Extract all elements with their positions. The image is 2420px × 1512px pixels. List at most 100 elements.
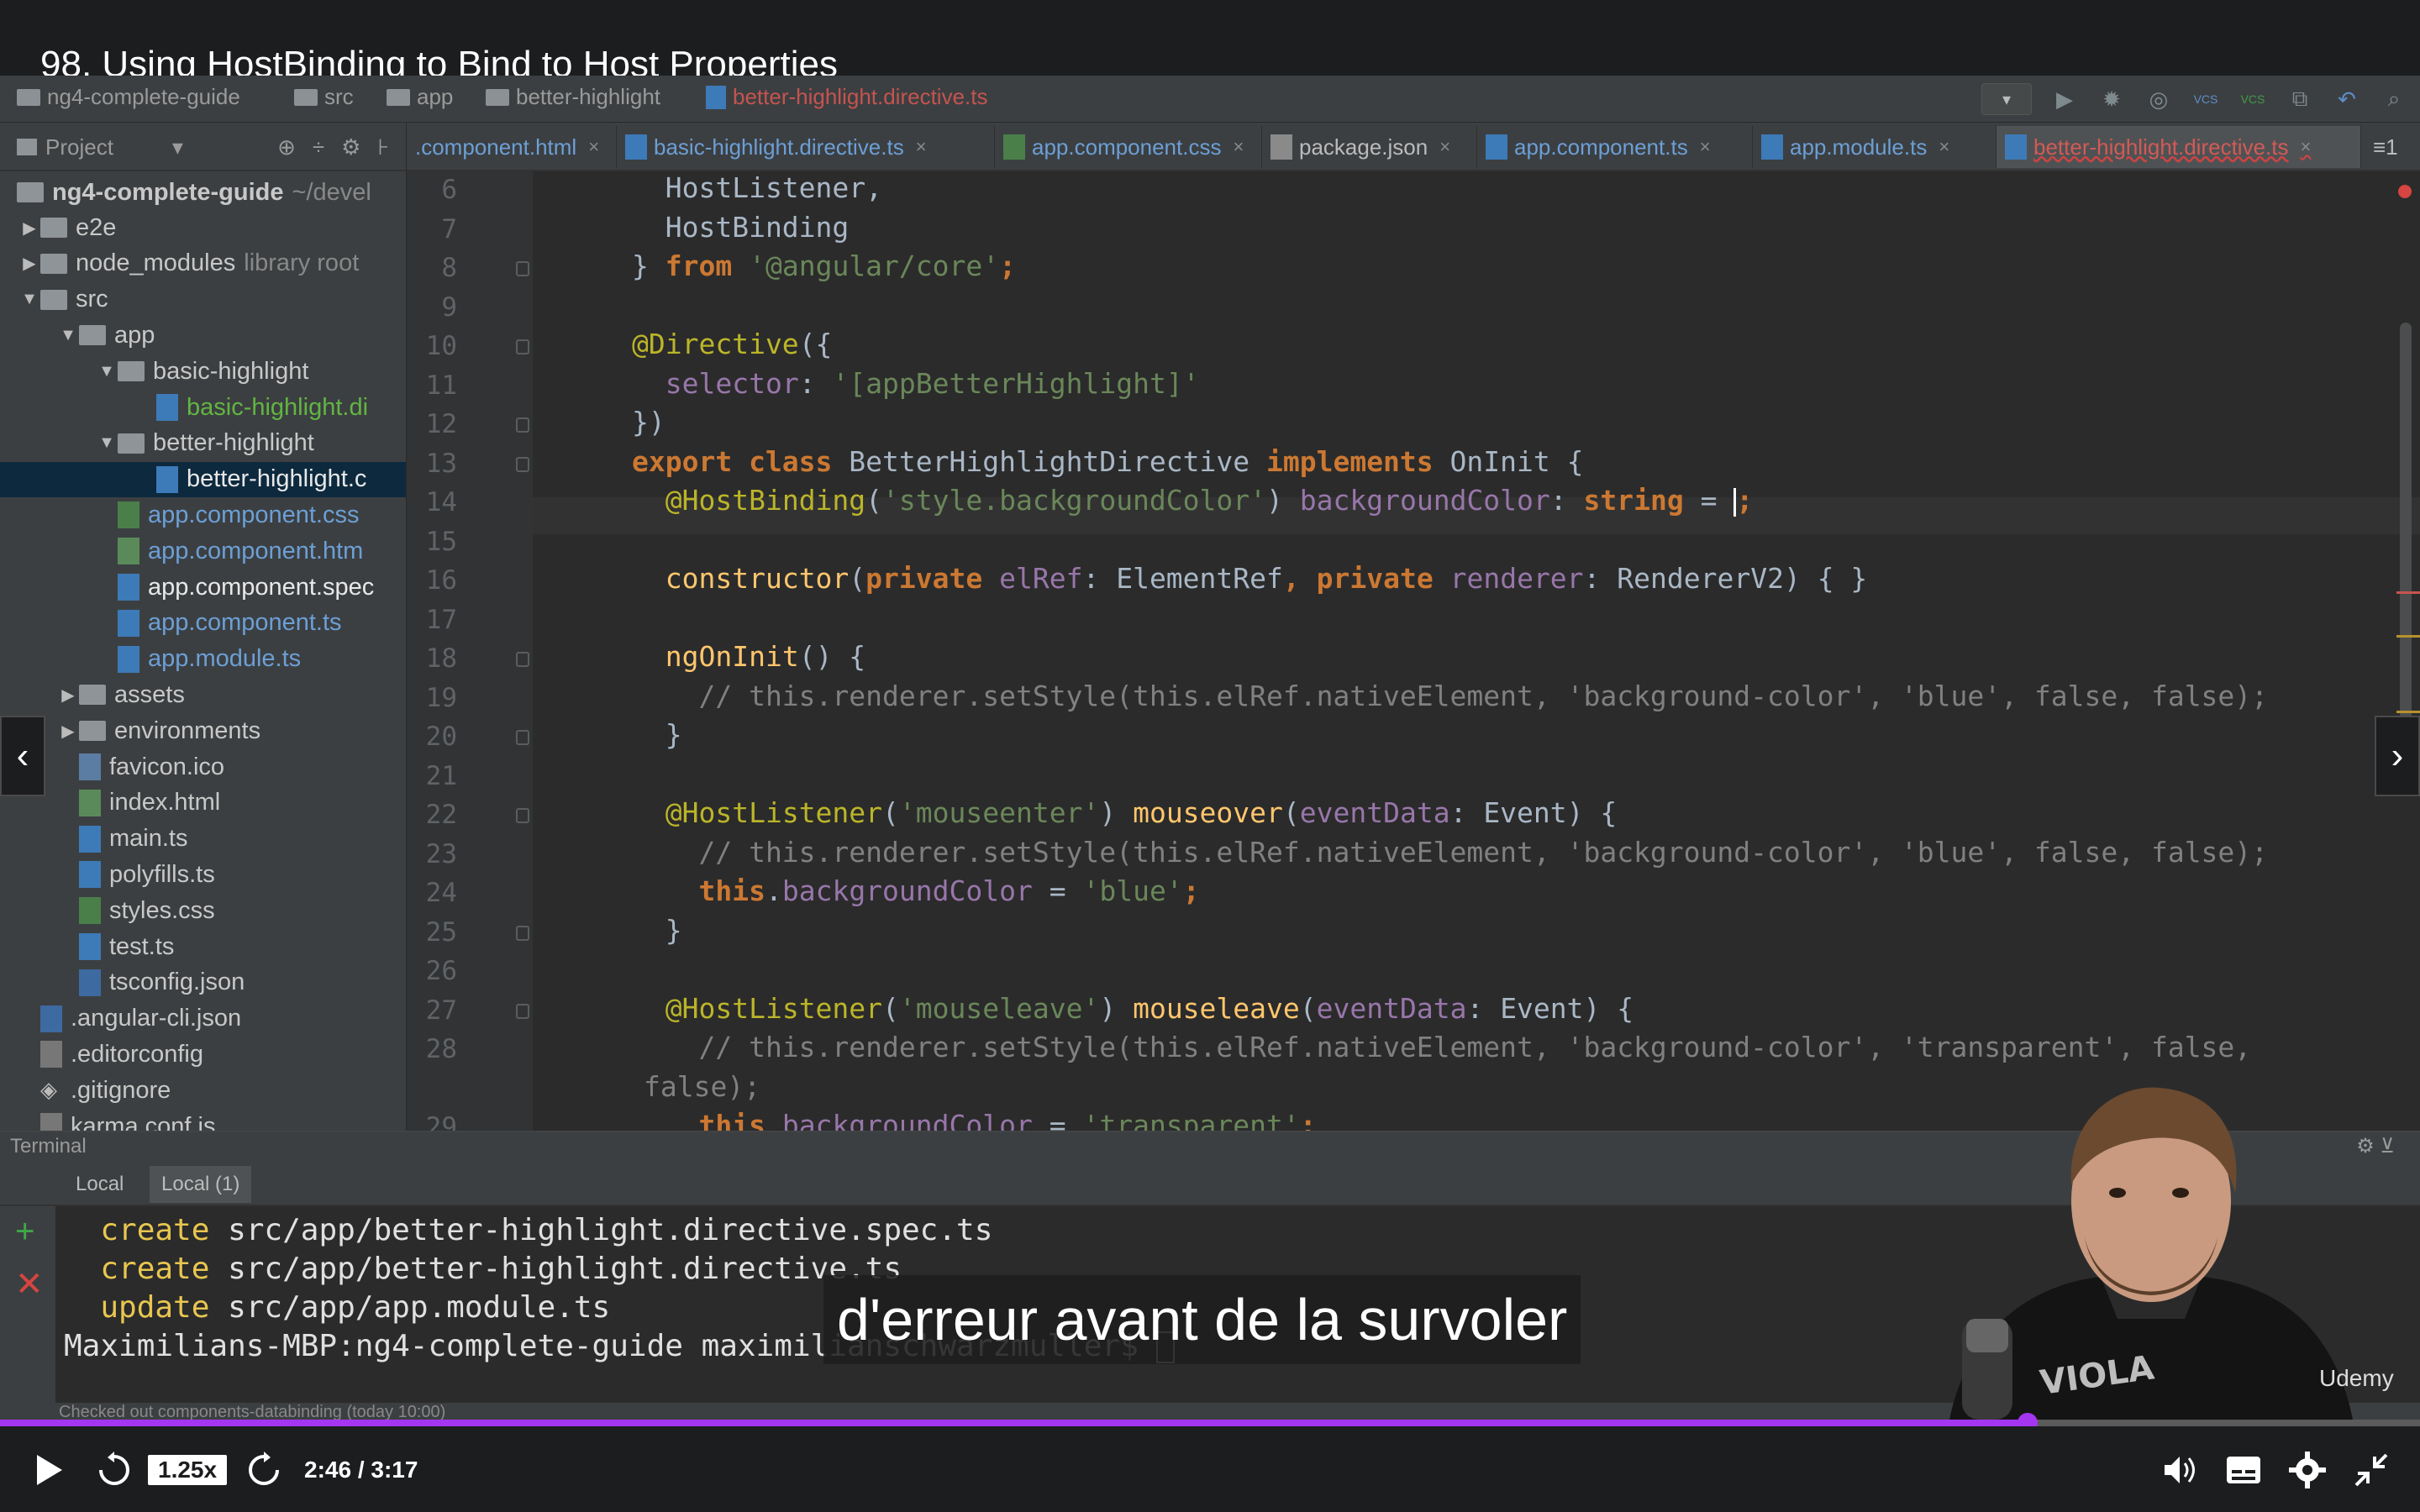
- chevron-right-icon[interactable]: ▶: [18, 218, 40, 239]
- line-number: 25: [425, 916, 457, 948]
- close-terminal-icon[interactable]: ✕: [15, 1265, 44, 1304]
- collapse-icon[interactable]: ÷: [313, 134, 324, 160]
- chevron-right-icon[interactable]: ▶: [18, 253, 40, 274]
- hide-panel-icon[interactable]: ⊦: [377, 134, 389, 160]
- add-terminal-icon[interactable]: +: [15, 1213, 34, 1251]
- gear-icon[interactable]: ⚙: [341, 134, 360, 160]
- tree-item-label: app.component.css: [148, 501, 360, 528]
- tree-item[interactable]: main.ts: [0, 822, 406, 857]
- tree-item[interactable]: better-highlight.c: [0, 461, 406, 497]
- tab-app-component-ts[interactable]: app.component.ts ×: [1477, 126, 1753, 168]
- tree-root[interactable]: ng4-complete-guide ~/devel: [0, 175, 406, 210]
- chevron-down-icon[interactable]: ▼: [18, 290, 40, 309]
- close-icon[interactable]: ×: [1233, 136, 1244, 158]
- tree-item[interactable]: app.component.spec: [0, 570, 406, 605]
- volume-button[interactable]: [2156, 1446, 2203, 1494]
- code-editor[interactable]: 6 HostListener, 7 HostBinding 8} from '@an…: [407, 171, 2420, 1205]
- tree-item[interactable]: index.html: [0, 785, 406, 821]
- fold-marker[interactable]: [516, 417, 529, 433]
- close-icon[interactable]: ×: [916, 136, 927, 158]
- video-progress-bar[interactable]: [0, 1413, 2420, 1433]
- tree-item[interactable]: polyfills.ts: [0, 857, 406, 892]
- tree-item[interactable]: .angular-cli.json: [0, 1001, 406, 1037]
- exit-fullscreen-button[interactable]: [2348, 1446, 2395, 1494]
- tree-item[interactable]: tsconfig.json: [0, 965, 406, 1000]
- close-icon[interactable]: ×: [1939, 136, 1949, 158]
- search-icon[interactable]: ⌕: [2380, 85, 2408, 113]
- project-panel-label[interactable]: Project: [45, 134, 113, 160]
- vcs-update-icon[interactable]: VCS: [2191, 85, 2220, 113]
- breadcrumb-project[interactable]: ng4-complete-guide: [17, 84, 240, 110]
- tree-item[interactable]: ▶ node_modules library root: [0, 246, 406, 281]
- breadcrumb-better-highlight[interactable]: better-highlight: [486, 84, 660, 110]
- forward-button[interactable]: [240, 1446, 287, 1494]
- tree-item[interactable]: ▼ basic-highlight: [0, 354, 406, 389]
- captions-button[interactable]: [2220, 1446, 2267, 1494]
- tree-item[interactable]: test.ts: [0, 929, 406, 964]
- tab-package-json[interactable]: package.json ×: [1262, 126, 1477, 168]
- tree-item[interactable]: ◈ .gitignore: [0, 1073, 406, 1108]
- close-icon[interactable]: ×: [2300, 136, 2311, 158]
- code-token: : RendererV2) { }: [1583, 562, 1868, 595]
- run-icon[interactable]: ▶: [2050, 85, 2079, 113]
- coverage-icon[interactable]: ◎: [2144, 85, 2173, 113]
- tree-item[interactable]: app.component.htm: [0, 533, 406, 569]
- history-icon[interactable]: ⧉: [2286, 85, 2314, 113]
- chevron-right-icon[interactable]: ▶: [57, 721, 79, 742]
- breadcrumb-src[interactable]: src: [294, 84, 354, 110]
- tree-item[interactable]: ▶ e2e: [0, 210, 406, 245]
- target-icon[interactable]: ⊕: [277, 134, 296, 160]
- tree-item[interactable]: ▶ assets: [0, 677, 406, 712]
- chevron-right-icon[interactable]: ▶: [57, 685, 79, 706]
- vcs-commit-icon[interactable]: VCS: [2238, 85, 2267, 113]
- close-icon[interactable]: ×: [1700, 136, 1711, 158]
- play-button[interactable]: [25, 1446, 72, 1494]
- tree-item[interactable]: favicon.ico: [0, 749, 406, 785]
- tab-app-component-css[interactable]: app.component.css ×: [995, 126, 1262, 168]
- close-icon[interactable]: ×: [1439, 136, 1450, 158]
- tree-item[interactable]: app.component.ts: [0, 606, 406, 641]
- code-token: @Directive: [632, 328, 799, 360]
- tree-item[interactable]: ▶ environments: [0, 713, 406, 748]
- fold-marker[interactable]: [516, 456, 529, 472]
- fold-marker[interactable]: [516, 925, 529, 941]
- chevron-down-icon[interactable]: ▼: [96, 362, 118, 381]
- settings-button[interactable]: [2284, 1446, 2331, 1494]
- tab-app-component-html[interactable]: .component.html ×: [407, 126, 617, 168]
- breadcrumb-app[interactable]: app: [387, 84, 453, 110]
- fold-marker[interactable]: [516, 652, 529, 667]
- tab-basic-highlight-directive[interactable]: basic-highlight.directive.ts ×: [617, 126, 995, 168]
- tree-item[interactable]: app.module.ts: [0, 642, 406, 677]
- breadcrumb-file[interactable]: better-highlight.directive.ts: [706, 84, 987, 110]
- chevron-down-icon[interactable]: ▼: [57, 326, 79, 345]
- debug-icon[interactable]: ✹: [2097, 85, 2126, 113]
- tree-item[interactable]: app.component.css: [0, 497, 406, 533]
- terminal-tab-local-1[interactable]: Local (1): [150, 1166, 252, 1203]
- tab-app-module-ts[interactable]: app.module.ts ×: [1753, 126, 1996, 168]
- close-icon[interactable]: ×: [588, 136, 599, 158]
- tree-item[interactable]: ▼ better-highlight: [0, 426, 406, 461]
- tree-item[interactable]: styles.css: [0, 893, 406, 928]
- project-view-dropdown-icon[interactable]: ▾: [172, 134, 183, 160]
- fold-marker[interactable]: [516, 1003, 529, 1019]
- fold-marker[interactable]: [516, 808, 529, 823]
- tab-better-highlight-directive[interactable]: better-highlight.directive.ts ×: [1996, 126, 2361, 168]
- playback-speed-button[interactable]: 1.25x: [148, 1446, 228, 1494]
- tree-item[interactable]: basic-highlight.di: [0, 390, 406, 425]
- revert-icon[interactable]: ↶: [2333, 85, 2361, 113]
- previous-lecture-button[interactable]: ‹: [0, 716, 45, 796]
- run-config-dropdown[interactable]: ▾: [1981, 83, 2032, 115]
- code-token: '@angular/core': [749, 249, 1000, 282]
- rewind-button[interactable]: [91, 1446, 138, 1494]
- next-lecture-button[interactable]: ›: [2375, 716, 2420, 796]
- fold-marker[interactable]: [516, 730, 529, 745]
- fold-marker[interactable]: [516, 339, 529, 354]
- tab-overflow-menu[interactable]: ≡1: [2365, 126, 2420, 168]
- tree-item[interactable]: ▼ src: [0, 282, 406, 318]
- tree-item[interactable]: .editorconfig: [0, 1037, 406, 1072]
- chevron-down-icon[interactable]: ▼: [96, 433, 118, 453]
- terminal-tab-local[interactable]: Local: [64, 1166, 135, 1203]
- fold-marker[interactable]: [516, 261, 529, 276]
- tree-item[interactable]: ▼ app: [0, 318, 406, 353]
- code-line: false);: [644, 1070, 760, 1103]
